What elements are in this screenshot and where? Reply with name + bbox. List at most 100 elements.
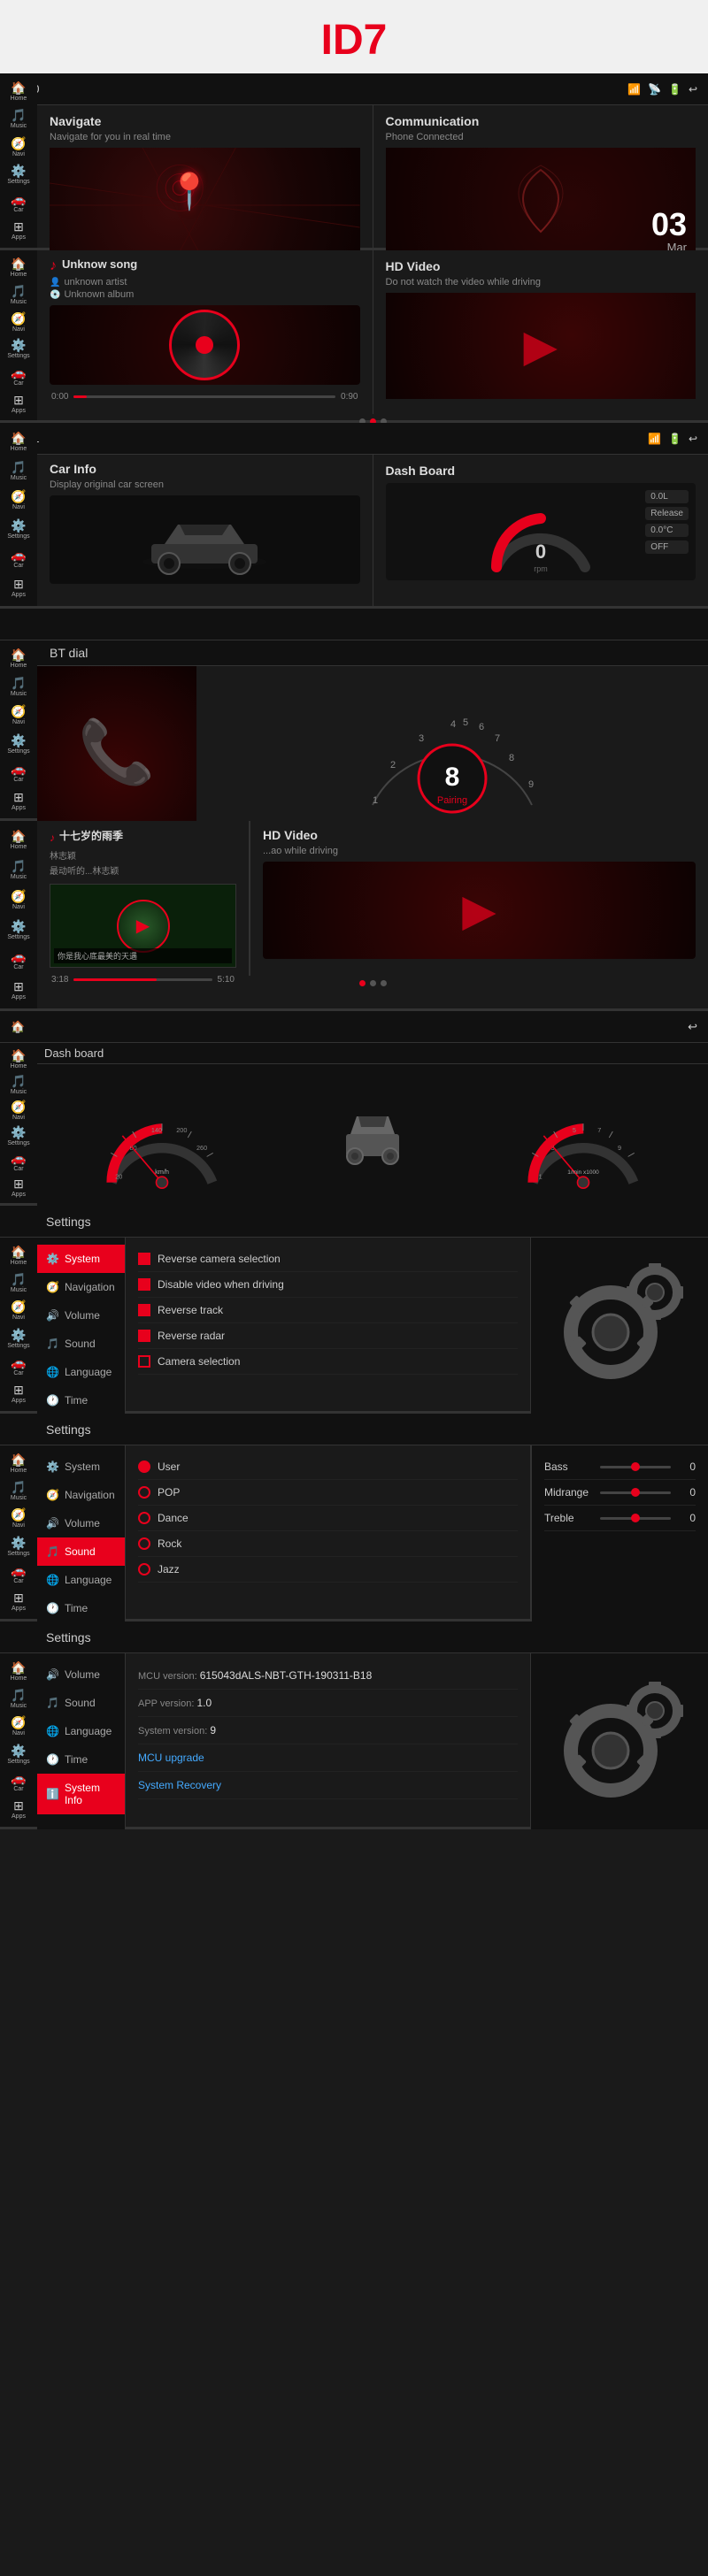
sidebar5-home[interactable]: 🏠Home <box>3 826 35 853</box>
track-bar[interactable] <box>73 395 335 398</box>
midrange-slider[interactable]: Midrange 0 <box>544 1480 696 1506</box>
bass-slider[interactable]: Bass 0 <box>544 1454 696 1480</box>
sidebar9-music[interactable]: 🎵Music <box>3 1686 35 1710</box>
sidebar3-settings[interactable]: ⚙️Settings <box>3 517 35 542</box>
progress-bar[interactable]: 0:00 0:90 <box>50 392 360 402</box>
radio-rock[interactable] <box>138 1537 150 1550</box>
menu9-sound[interactable]: 🎵 Sound <box>37 1689 125 1717</box>
option-reverse-track[interactable]: Reverse track <box>138 1298 518 1323</box>
sidebar4-settings[interactable]: ⚙️Settings <box>3 732 35 756</box>
checkbox-reverse-radar[interactable] <box>138 1330 150 1342</box>
midrange-track[interactable] <box>600 1491 671 1494</box>
sidebar-settings[interactable]: ⚙️Settings <box>3 163 35 188</box>
sidebar6-navi[interactable]: 🧭Navi <box>3 1100 35 1122</box>
treble-track[interactable] <box>600 1517 671 1520</box>
menu8-time[interactable]: 🕐 Time <box>37 1594 125 1622</box>
menu8-volume[interactable]: 🔊 Volume <box>37 1509 125 1537</box>
sidebar8-settings[interactable]: ⚙️Settings <box>3 1534 35 1558</box>
sidebar5-navi[interactable]: 🧭Navi <box>3 886 35 913</box>
back-icon6[interactable]: ↩ <box>688 1020 697 1034</box>
track-bar5[interactable] <box>73 978 212 981</box>
source-user[interactable]: User <box>138 1454 518 1480</box>
menu8-sound[interactable]: 🎵 Sound <box>37 1537 125 1566</box>
menu9-sysinfo[interactable]: ℹ️ System Info <box>37 1774 125 1814</box>
sidebar6-car[interactable]: 🚗Car <box>3 1150 35 1172</box>
sidebar6-home[interactable]: 🏠Home <box>3 1048 35 1070</box>
menu-time[interactable]: 🕐 Time <box>37 1386 125 1414</box>
video-area[interactable]: ▶ <box>386 293 696 399</box>
sidebar5-music[interactable]: 🎵Music <box>3 856 35 883</box>
checkbox-reverse-camera[interactable] <box>138 1253 150 1265</box>
sidebar8-home[interactable]: 🏠Home <box>3 1451 35 1475</box>
sidebar2-car[interactable]: 🚗Car <box>3 364 35 388</box>
sidebar-navi[interactable]: 🧭Navi <box>3 134 35 159</box>
sidebar6-settings[interactable]: ⚙️Settings <box>3 1124 35 1146</box>
menu8-system[interactable]: ⚙️ System <box>37 1453 125 1481</box>
checkbox-camera-selection[interactable] <box>138 1355 150 1368</box>
sidebar8-apps[interactable]: ⊞Apps <box>3 1590 35 1614</box>
menu9-language[interactable]: 🌐 Language <box>37 1717 125 1745</box>
sidebar2-music[interactable]: 🎵Music <box>3 283 35 307</box>
sidebar5-car[interactable]: 🚗Car <box>3 947 35 973</box>
sysinfo-recovery[interactable]: System Recovery <box>138 1772 518 1799</box>
menu9-volume[interactable]: 🔊 Volume <box>37 1660 125 1689</box>
menu9-time[interactable]: 🕐 Time <box>37 1745 125 1774</box>
sidebar6-apps[interactable]: ⊞Apps <box>3 1176 35 1198</box>
sidebar8-navi[interactable]: 🧭Navi <box>3 1506 35 1530</box>
bass-track[interactable] <box>600 1466 671 1468</box>
sidebar7-apps[interactable]: ⊞Apps <box>3 1382 35 1406</box>
sidebar7-settings[interactable]: ⚙️Settings <box>3 1326 35 1350</box>
checkbox-disable-video[interactable] <box>138 1278 150 1291</box>
source-jazz[interactable]: Jazz <box>138 1557 518 1583</box>
back-icon3[interactable]: ↩ <box>689 433 697 445</box>
map-area[interactable]: 📍 <box>50 148 360 263</box>
radio-jazz[interactable] <box>138 1563 150 1576</box>
sidebar9-navi[interactable]: 🧭Navi <box>3 1714 35 1738</box>
sidebar2-navi[interactable]: 🧭Navi <box>3 310 35 334</box>
sidebar3-music[interactable]: 🎵Music <box>3 457 35 483</box>
video2-area[interactable]: ▶ <box>263 862 696 959</box>
radio-dance[interactable] <box>138 1512 150 1524</box>
sidebar3-home[interactable]: 🏠Home <box>3 428 35 454</box>
back-icon[interactable]: ↩ <box>689 83 697 96</box>
sidebar6-music[interactable]: 🎵Music <box>3 1074 35 1096</box>
source-rock[interactable]: Rock <box>138 1531 518 1557</box>
sidebar2-settings[interactable]: ⚙️Settings <box>3 337 35 361</box>
sidebar8-music[interactable]: 🎵Music <box>3 1478 35 1502</box>
checkbox-reverse-track[interactable] <box>138 1304 150 1316</box>
radio-pop[interactable] <box>138 1486 150 1499</box>
sidebar7-navi[interactable]: 🧭Navi <box>3 1299 35 1322</box>
menu-sound[interactable]: 🎵 Sound <box>37 1330 125 1358</box>
progress-bar5[interactable]: 3:18 5:10 <box>50 975 236 985</box>
option-reverse-radar[interactable]: Reverse radar <box>138 1323 518 1349</box>
sidebar7-home[interactable]: 🏠Home <box>3 1243 35 1267</box>
sidebar4-car[interactable]: 🚗Car <box>3 760 35 785</box>
sidebar7-music[interactable]: 🎵Music <box>3 1270 35 1294</box>
sidebar2-apps[interactable]: ⊞Apps <box>3 391 35 415</box>
sidebar3-navi[interactable]: 🧭Navi <box>3 487 35 512</box>
menu-language[interactable]: 🌐 Language <box>37 1358 125 1386</box>
sidebar9-settings[interactable]: ⚙️Settings <box>3 1742 35 1766</box>
sidebar-apps[interactable]: ⊞Apps <box>3 218 35 243</box>
sidebar-music[interactable]: 🎵Music <box>3 107 35 132</box>
sidebar4-home[interactable]: 🏠Home <box>3 646 35 671</box>
sidebar4-navi[interactable]: 🧭Navi <box>3 702 35 727</box>
source-pop[interactable]: POP <box>138 1480 518 1506</box>
sidebar8-car[interactable]: 🚗Car <box>3 1561 35 1585</box>
menu-system[interactable]: ⚙️ System <box>37 1245 125 1273</box>
menu-navigation[interactable]: 🧭 Navigation <box>37 1273 125 1301</box>
sidebar3-car[interactable]: 🚗Car <box>3 546 35 571</box>
sidebar4-apps[interactable]: ⊞Apps <box>3 788 35 813</box>
treble-slider[interactable]: Treble 0 <box>544 1506 696 1531</box>
sidebar9-home[interactable]: 🏠Home <box>3 1659 35 1683</box>
sidebar2-home[interactable]: 🏠Home <box>3 256 35 280</box>
sidebar7-car[interactable]: 🚗Car <box>3 1353 35 1377</box>
sidebar4-music[interactable]: 🎵Music <box>3 674 35 699</box>
sidebar5-apps[interactable]: ⊞Apps <box>3 977 35 1003</box>
sysinfo-mcu-upgrade[interactable]: MCU upgrade <box>138 1744 518 1772</box>
sidebar5-settings[interactable]: ⚙️Settings <box>3 916 35 943</box>
source-dance[interactable]: Dance <box>138 1506 518 1531</box>
sidebar-home[interactable]: 🏠Home <box>3 79 35 104</box>
menu8-navigation[interactable]: 🧭 Navigation <box>37 1481 125 1509</box>
option-camera-selection[interactable]: Camera selection <box>138 1349 518 1375</box>
